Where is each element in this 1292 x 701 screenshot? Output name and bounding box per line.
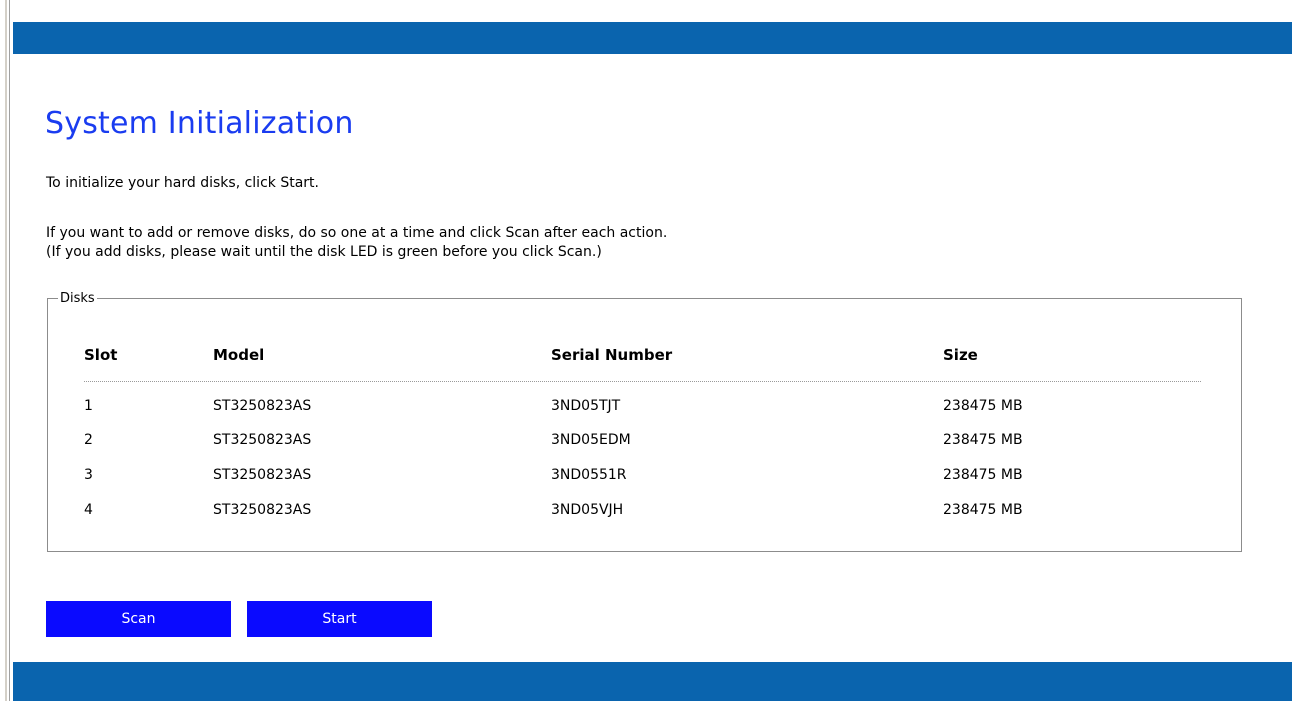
cell-slot: 2	[84, 432, 93, 448]
window-frame-top	[10, 0, 1292, 22]
start-button[interactable]: Start	[247, 601, 432, 637]
cell-serial: 3ND05EDM	[551, 432, 631, 448]
cell-size: 238475 MB	[943, 467, 1023, 483]
cell-serial: 3ND05TJT	[551, 398, 621, 414]
cell-size: 238475 MB	[943, 432, 1023, 448]
cell-slot: 1	[84, 398, 93, 414]
footer-bar	[13, 662, 1292, 701]
cell-serial: 3ND05VJH	[551, 502, 624, 518]
column-header-model: Model	[213, 346, 265, 364]
table-row: 1 ST3250823AS 3ND05TJT 238475 MB	[84, 392, 1201, 422]
scan-button[interactable]: Scan	[46, 601, 231, 637]
cell-slot: 3	[84, 467, 93, 483]
window-frame-left	[0, 0, 10, 701]
cell-size: 238475 MB	[943, 502, 1023, 518]
cell-model: ST3250823AS	[213, 432, 312, 448]
column-header-serial: Serial Number	[551, 346, 673, 364]
disks-table-header: Slot Model Serial Number Size	[84, 343, 1201, 382]
column-header-slot: Slot	[84, 346, 118, 364]
table-row: 4 ST3250823AS 3ND05VJH 238475 MB	[84, 496, 1201, 526]
disks-legend: Disks	[60, 291, 95, 306]
cell-model: ST3250823AS	[213, 502, 312, 518]
cell-size: 238475 MB	[943, 398, 1023, 414]
instruction-start-text: To initialize your hard disks, click Sta…	[46, 175, 319, 191]
table-row: 2 ST3250823AS 3ND05EDM 238475 MB	[84, 426, 1201, 456]
cell-serial: 3ND0551R	[551, 467, 627, 483]
table-row: 3 ST3250823AS 3ND0551R 238475 MB	[84, 461, 1201, 491]
instruction-scan-text: If you want to add or remove disks, do s…	[46, 225, 668, 241]
column-header-size: Size	[943, 346, 978, 364]
cell-model: ST3250823AS	[213, 398, 312, 414]
instruction-led-text: (If you add disks, please wait until the…	[46, 244, 602, 260]
cell-model: ST3250823AS	[213, 467, 312, 483]
cell-slot: 4	[84, 502, 93, 518]
page-title: System Initialization	[45, 106, 354, 141]
header-bar	[13, 22, 1292, 54]
